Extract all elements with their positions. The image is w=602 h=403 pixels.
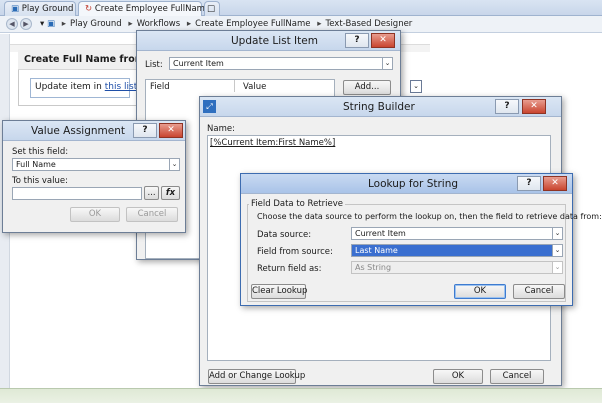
new-tab-button[interactable]: □ — [204, 1, 220, 16]
status-bar — [0, 388, 602, 403]
breadcrumb-play-ground[interactable]: Play Ground — [70, 19, 122, 29]
dialog-title: Update List Item — [231, 35, 318, 47]
cancel-button[interactable]: Cancel — [126, 207, 178, 222]
name-label: Name: — [207, 124, 235, 134]
data-source-label: Data source: — [257, 230, 312, 240]
app-icon: ⤢ — [203, 100, 216, 113]
to-value-input[interactable] — [12, 187, 142, 200]
add-button[interactable]: Add... — [343, 80, 391, 95]
return-field-label: Return field as: — [257, 264, 322, 274]
breadcrumb: ▾ ▣ ▸ Play Ground ▸ Workflows ▸ Create Empl… — [40, 19, 412, 29]
add-or-change-lookup-button[interactable]: Add or Change Lookup — [208, 369, 305, 384]
breadcrumb-create-employee-fullname[interactable]: Create Employee FullName — [195, 19, 310, 29]
tab-play-ground[interactable]: ▣ Play Ground — [4, 1, 76, 16]
cancel-button[interactable]: Cancel — [490, 369, 544, 384]
ok-button[interactable]: OK — [433, 369, 483, 384]
help-button[interactable]: ? — [345, 33, 369, 48]
chevron-down-icon[interactable]: ▾ — [40, 19, 44, 29]
workflow-action: Update item in this list — [30, 78, 137, 98]
site-icon: ▣ — [46, 19, 56, 29]
action-dropdown-button[interactable]: ⌄ — [410, 80, 422, 93]
field-from-source-label: Field from source: — [257, 247, 333, 257]
tab-create-employee-fullname[interactable]: ↻ Create Employee FullName * — [78, 1, 217, 16]
set-field-label: Set this field: — [12, 147, 69, 157]
close-icon: ✕ — [551, 178, 559, 188]
cancel-button[interactable]: Cancel — [513, 284, 565, 299]
help-button[interactable]: ? — [517, 176, 541, 191]
separator-icon: ▸ — [317, 19, 322, 29]
close-button[interactable]: ✕ — [371, 33, 395, 48]
close-button[interactable]: ✕ — [522, 99, 546, 114]
breadcrumb-workflows[interactable]: Workflows — [137, 19, 180, 29]
fx-button[interactable]: fx — [161, 186, 180, 200]
close-button[interactable]: ✕ — [159, 123, 183, 138]
lookup-for-string-dialog: Lookup for String ? ✕ Field Data to Retr… — [240, 173, 602, 306]
help-button[interactable]: ? — [495, 99, 519, 114]
site-icon: ▣ — [11, 4, 22, 14]
tab-label: Create Employee FullName * — [94, 4, 218, 14]
chevron-down-icon[interactable]: ⌄ — [552, 244, 563, 257]
ok-button[interactable]: OK — [454, 284, 506, 299]
clear-lookup-button[interactable]: Clear Lookup — [251, 284, 307, 299]
column-divider — [234, 80, 235, 92]
close-button[interactable]: ✕ — [543, 176, 567, 191]
new-tab-icon: □ — [207, 4, 216, 14]
action-text: Update item in — [35, 82, 102, 92]
close-icon: ✕ — [530, 101, 538, 111]
this-list-link[interactable]: this list — [105, 82, 138, 92]
help-icon: ? — [504, 101, 510, 111]
help-icon: ? — [142, 125, 148, 135]
tab-label: Play Ground — [21, 4, 74, 14]
chevron-down-icon: ⌄ — [413, 82, 419, 90]
forward-button[interactable]: ▶ — [20, 18, 32, 30]
data-source-select[interactable]: Current Item — [351, 227, 553, 240]
chevron-down-icon[interactable]: ⌄ — [382, 57, 393, 70]
list-label: List: — [145, 60, 163, 70]
group-label: Field Data to Retrieve — [249, 199, 345, 209]
help-button[interactable]: ? — [133, 123, 157, 138]
list-select[interactable]: Current Item — [169, 57, 383, 70]
column-header-value: Value — [243, 82, 267, 92]
forward-icon: ▶ — [23, 20, 29, 28]
loading-icon: ↻ — [85, 4, 95, 14]
return-field-select[interactable]: As String — [351, 261, 553, 274]
set-field-select[interactable]: Full Name — [12, 158, 170, 171]
help-icon: ? — [526, 178, 532, 188]
dialog-title: Lookup for String — [368, 178, 459, 190]
dialog-title: String Builder — [343, 101, 415, 113]
back-button[interactable]: ◀ — [6, 18, 18, 30]
separator-icon: ▸ — [61, 19, 66, 29]
close-icon: ✕ — [379, 35, 387, 45]
chevron-down-icon[interactable]: ⌄ — [169, 158, 180, 171]
chevron-down-icon[interactable]: ⌄ — [552, 261, 563, 274]
field-from-source-select[interactable]: Last Name — [351, 244, 553, 257]
instructions-text: Choose the data source to perform the lo… — [257, 212, 602, 221]
value-assignment-dialog: Value Assignment ? ✕ Set this field: Ful… — [2, 120, 186, 233]
breadcrumb-text-based-designer[interactable]: Text-Based Designer — [325, 19, 412, 29]
help-icon: ? — [354, 35, 360, 45]
ok-button[interactable]: OK — [70, 207, 120, 222]
back-icon: ◀ — [9, 20, 15, 28]
to-value-label: To this value: — [12, 176, 68, 186]
lookup-token[interactable]: [%Current Item:First Name%] — [210, 138, 335, 148]
dialog-title: Value Assignment — [31, 125, 125, 137]
chevron-down-icon[interactable]: ⌄ — [552, 227, 563, 240]
close-icon: ✕ — [167, 125, 175, 135]
column-header-field: Field — [150, 82, 170, 92]
ellipsis-button[interactable]: ... — [144, 186, 159, 200]
separator-icon: ▸ — [186, 19, 192, 29]
separator-icon: ▸ — [128, 19, 133, 29]
